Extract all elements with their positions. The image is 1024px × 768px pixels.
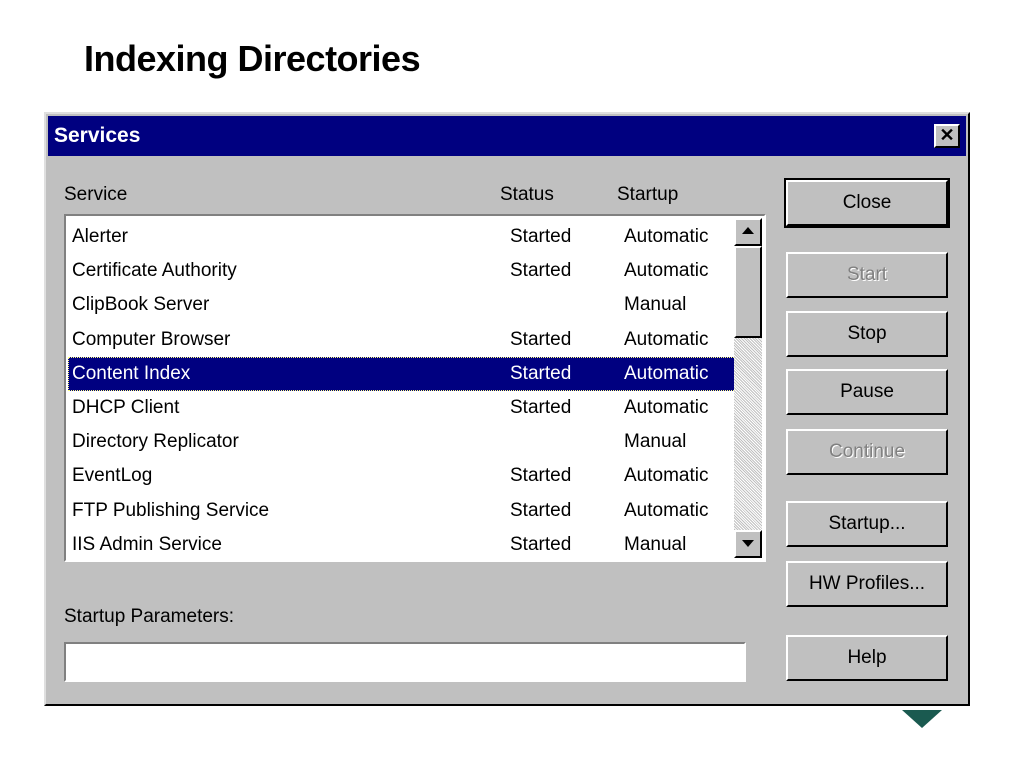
arrow-up-icon xyxy=(742,227,754,234)
arrow-down-icon xyxy=(742,540,754,547)
service-status: Started xyxy=(510,260,572,282)
stop-button[interactable]: Stop xyxy=(786,311,948,357)
services-list[interactable]: Alerter Started Automatic Certificate Autho… xyxy=(64,214,766,562)
service-name: FTP Publishing Service xyxy=(72,499,270,521)
service-name: Computer Browser xyxy=(72,328,231,350)
start-button[interactable]: Start xyxy=(786,252,948,298)
startup-button[interactable]: Startup... xyxy=(786,501,948,547)
triangle-down-icon[interactable] xyxy=(902,710,942,728)
hw-profiles-button[interactable]: HW Profiles... xyxy=(786,561,948,607)
service-name: EventLog xyxy=(72,465,153,487)
service-row[interactable]: Alerter Started Automatic xyxy=(68,220,736,254)
service-startup: Automatic xyxy=(624,396,709,418)
startup-parameters-label: Startup Parameters: xyxy=(64,606,235,627)
service-name: IIS Admin Service xyxy=(72,533,222,555)
service-row[interactable]: ClipBook Server Manual xyxy=(68,288,736,322)
list-scrollbar[interactable] xyxy=(734,218,762,558)
service-status: Started xyxy=(510,362,572,384)
slide-title: Indexing Directories xyxy=(84,38,421,79)
service-name: ClipBook Server xyxy=(72,294,210,316)
service-status: Started xyxy=(510,396,572,418)
service-status: Started xyxy=(510,465,572,487)
service-status: Started xyxy=(510,226,572,247)
service-row[interactable]: IIS Admin Service Started Manual xyxy=(68,528,736,560)
dialog-titlebar[interactable]: Services ✕ xyxy=(48,116,966,156)
pause-button[interactable]: Pause xyxy=(786,369,948,415)
service-row[interactable]: Certificate Authority Started Automatic xyxy=(68,254,736,288)
services-rows: Alerter Started Automatic Certificate Autho… xyxy=(68,220,736,560)
service-startup: Automatic xyxy=(624,465,709,487)
service-startup: Automatic xyxy=(624,362,709,384)
service-row[interactable]: Computer Browser Started Automatic xyxy=(68,323,736,357)
service-row[interactable]: Content Index Started Automatic xyxy=(68,356,736,391)
dialog-close-button[interactable]: ✕ xyxy=(934,124,960,148)
service-status: Started xyxy=(510,499,572,521)
close-button[interactable]: Close xyxy=(784,178,950,228)
help-button[interactable]: Help xyxy=(786,635,948,681)
startup-parameters-input[interactable] xyxy=(64,642,746,682)
column-header-service: Service xyxy=(64,184,128,205)
service-name: Directory Replicator xyxy=(72,431,239,453)
service-row[interactable]: Directory Replicator Manual xyxy=(68,425,736,459)
service-name: Certificate Authority xyxy=(72,260,237,282)
service-startup: Manual xyxy=(624,533,687,555)
service-status: Started xyxy=(510,328,572,350)
continue-button[interactable]: Continue xyxy=(786,429,948,475)
scroll-up-button[interactable] xyxy=(734,218,762,246)
service-row[interactable]: DHCP Client Started Automatic xyxy=(68,391,736,425)
service-name: Content Index xyxy=(72,362,191,384)
scroll-down-button[interactable] xyxy=(734,530,762,558)
service-startup: Automatic xyxy=(624,226,709,247)
dialog-title: Services xyxy=(54,124,141,147)
service-status: Started xyxy=(510,533,572,555)
service-startup: Manual xyxy=(624,294,687,316)
column-header-startup: Startup xyxy=(617,184,679,205)
column-header-status: Status xyxy=(500,184,554,205)
scroll-thumb[interactable] xyxy=(734,246,762,338)
service-name: Alerter xyxy=(72,226,128,247)
service-startup: Automatic xyxy=(624,499,709,521)
service-row[interactable]: EventLog Started Automatic xyxy=(68,459,736,493)
close-icon: ✕ xyxy=(939,125,955,145)
service-name: DHCP Client xyxy=(72,396,180,418)
service-startup: Manual xyxy=(624,431,687,453)
service-row[interactable]: FTP Publishing Service Started Automatic xyxy=(68,494,736,528)
service-startup: Automatic xyxy=(624,260,709,282)
service-startup: Automatic xyxy=(624,328,709,350)
